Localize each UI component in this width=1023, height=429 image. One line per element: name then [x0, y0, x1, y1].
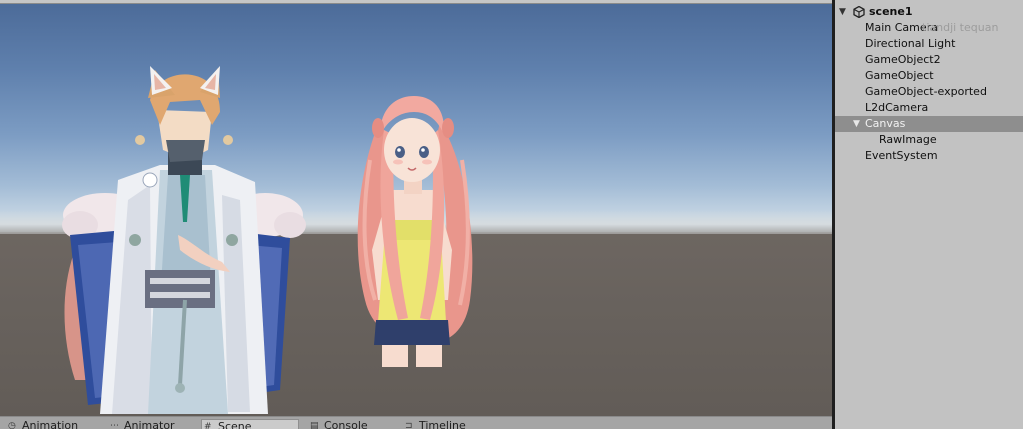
- tab-console[interactable]: ▤ Console: [308, 419, 368, 429]
- tab-timeline[interactable]: ⊐ Timeline: [403, 419, 466, 429]
- timeline-icon: ⊐: [405, 421, 413, 429]
- hierarchy-item-gameobject-exported[interactable]: GameObject-exported: [835, 84, 1023, 100]
- tab-scene-label: Scene: [218, 420, 252, 429]
- hierarchy-item-l2dcamera[interactable]: L2dCamera: [835, 100, 1023, 116]
- hierarchy-item-label: GameObject: [865, 69, 934, 82]
- scene-characters: [62, 66, 473, 414]
- animation-icon: ◷: [8, 421, 16, 429]
- unity-scene-icon: [853, 6, 865, 18]
- scene-toolbar: [0, 0, 832, 4]
- tab-console-label: Console: [324, 419, 368, 429]
- hierarchy-scene-root[interactable]: ▼ scene1: [835, 4, 1023, 20]
- scene-hash-icon: #: [204, 422, 212, 429]
- character-left-robed[interactable]: [62, 66, 306, 414]
- tab-animator[interactable]: ⋯ Animator: [108, 419, 175, 429]
- character-right-pink-hair[interactable]: [357, 96, 473, 367]
- hierarchy-panel: ▼ scene1 Main Camera Directional Light G…: [835, 0, 1023, 429]
- hierarchy-item-label: GameObject2: [865, 53, 941, 66]
- hierarchy-item-gameobject[interactable]: GameObject: [835, 68, 1023, 84]
- hierarchy-item-canvas[interactable]: ▼ Canvas: [835, 116, 1023, 132]
- expand-arrow-icon[interactable]: ▼: [853, 116, 860, 132]
- tab-animator-label: Animator: [124, 419, 175, 429]
- console-icon: ▤: [310, 421, 319, 429]
- hierarchy-item-label: Canvas: [865, 117, 906, 130]
- hierarchy-item-label: EventSystem: [865, 149, 938, 162]
- scene-viewport[interactable]: [0, 0, 832, 416]
- hierarchy-item-gameobject2[interactable]: GameObject2: [835, 52, 1023, 68]
- scene-name-label: scene1: [869, 5, 913, 18]
- tab-animation-label: Animation: [22, 419, 79, 429]
- tab-scene[interactable]: # Scene: [201, 419, 299, 429]
- hierarchy-item-label: RawImage: [879, 133, 937, 146]
- hierarchy-item-label: GameObject-exported: [865, 85, 987, 98]
- animator-icon: ⋯: [110, 421, 119, 429]
- hierarchy-item-directional-light[interactable]: Directional Light: [835, 36, 1023, 52]
- hierarchy-item-label: Directional Light: [865, 37, 956, 50]
- bottom-tab-bar: ◷ Animation ⋯ Animator # Scene ▤ Console…: [0, 416, 832, 429]
- hierarchy-item-eventsystem[interactable]: EventSystem: [835, 148, 1023, 164]
- hierarchy-item-rawimage[interactable]: RawImage: [835, 132, 1023, 148]
- expand-arrow-icon[interactable]: ▼: [839, 4, 846, 20]
- tab-animation[interactable]: ◷ Animation: [6, 419, 78, 429]
- hierarchy-item-label: L2dCamera: [865, 101, 929, 114]
- watermark-text: tiandji tequan: [922, 21, 999, 34]
- tab-timeline-label: Timeline: [419, 419, 466, 429]
